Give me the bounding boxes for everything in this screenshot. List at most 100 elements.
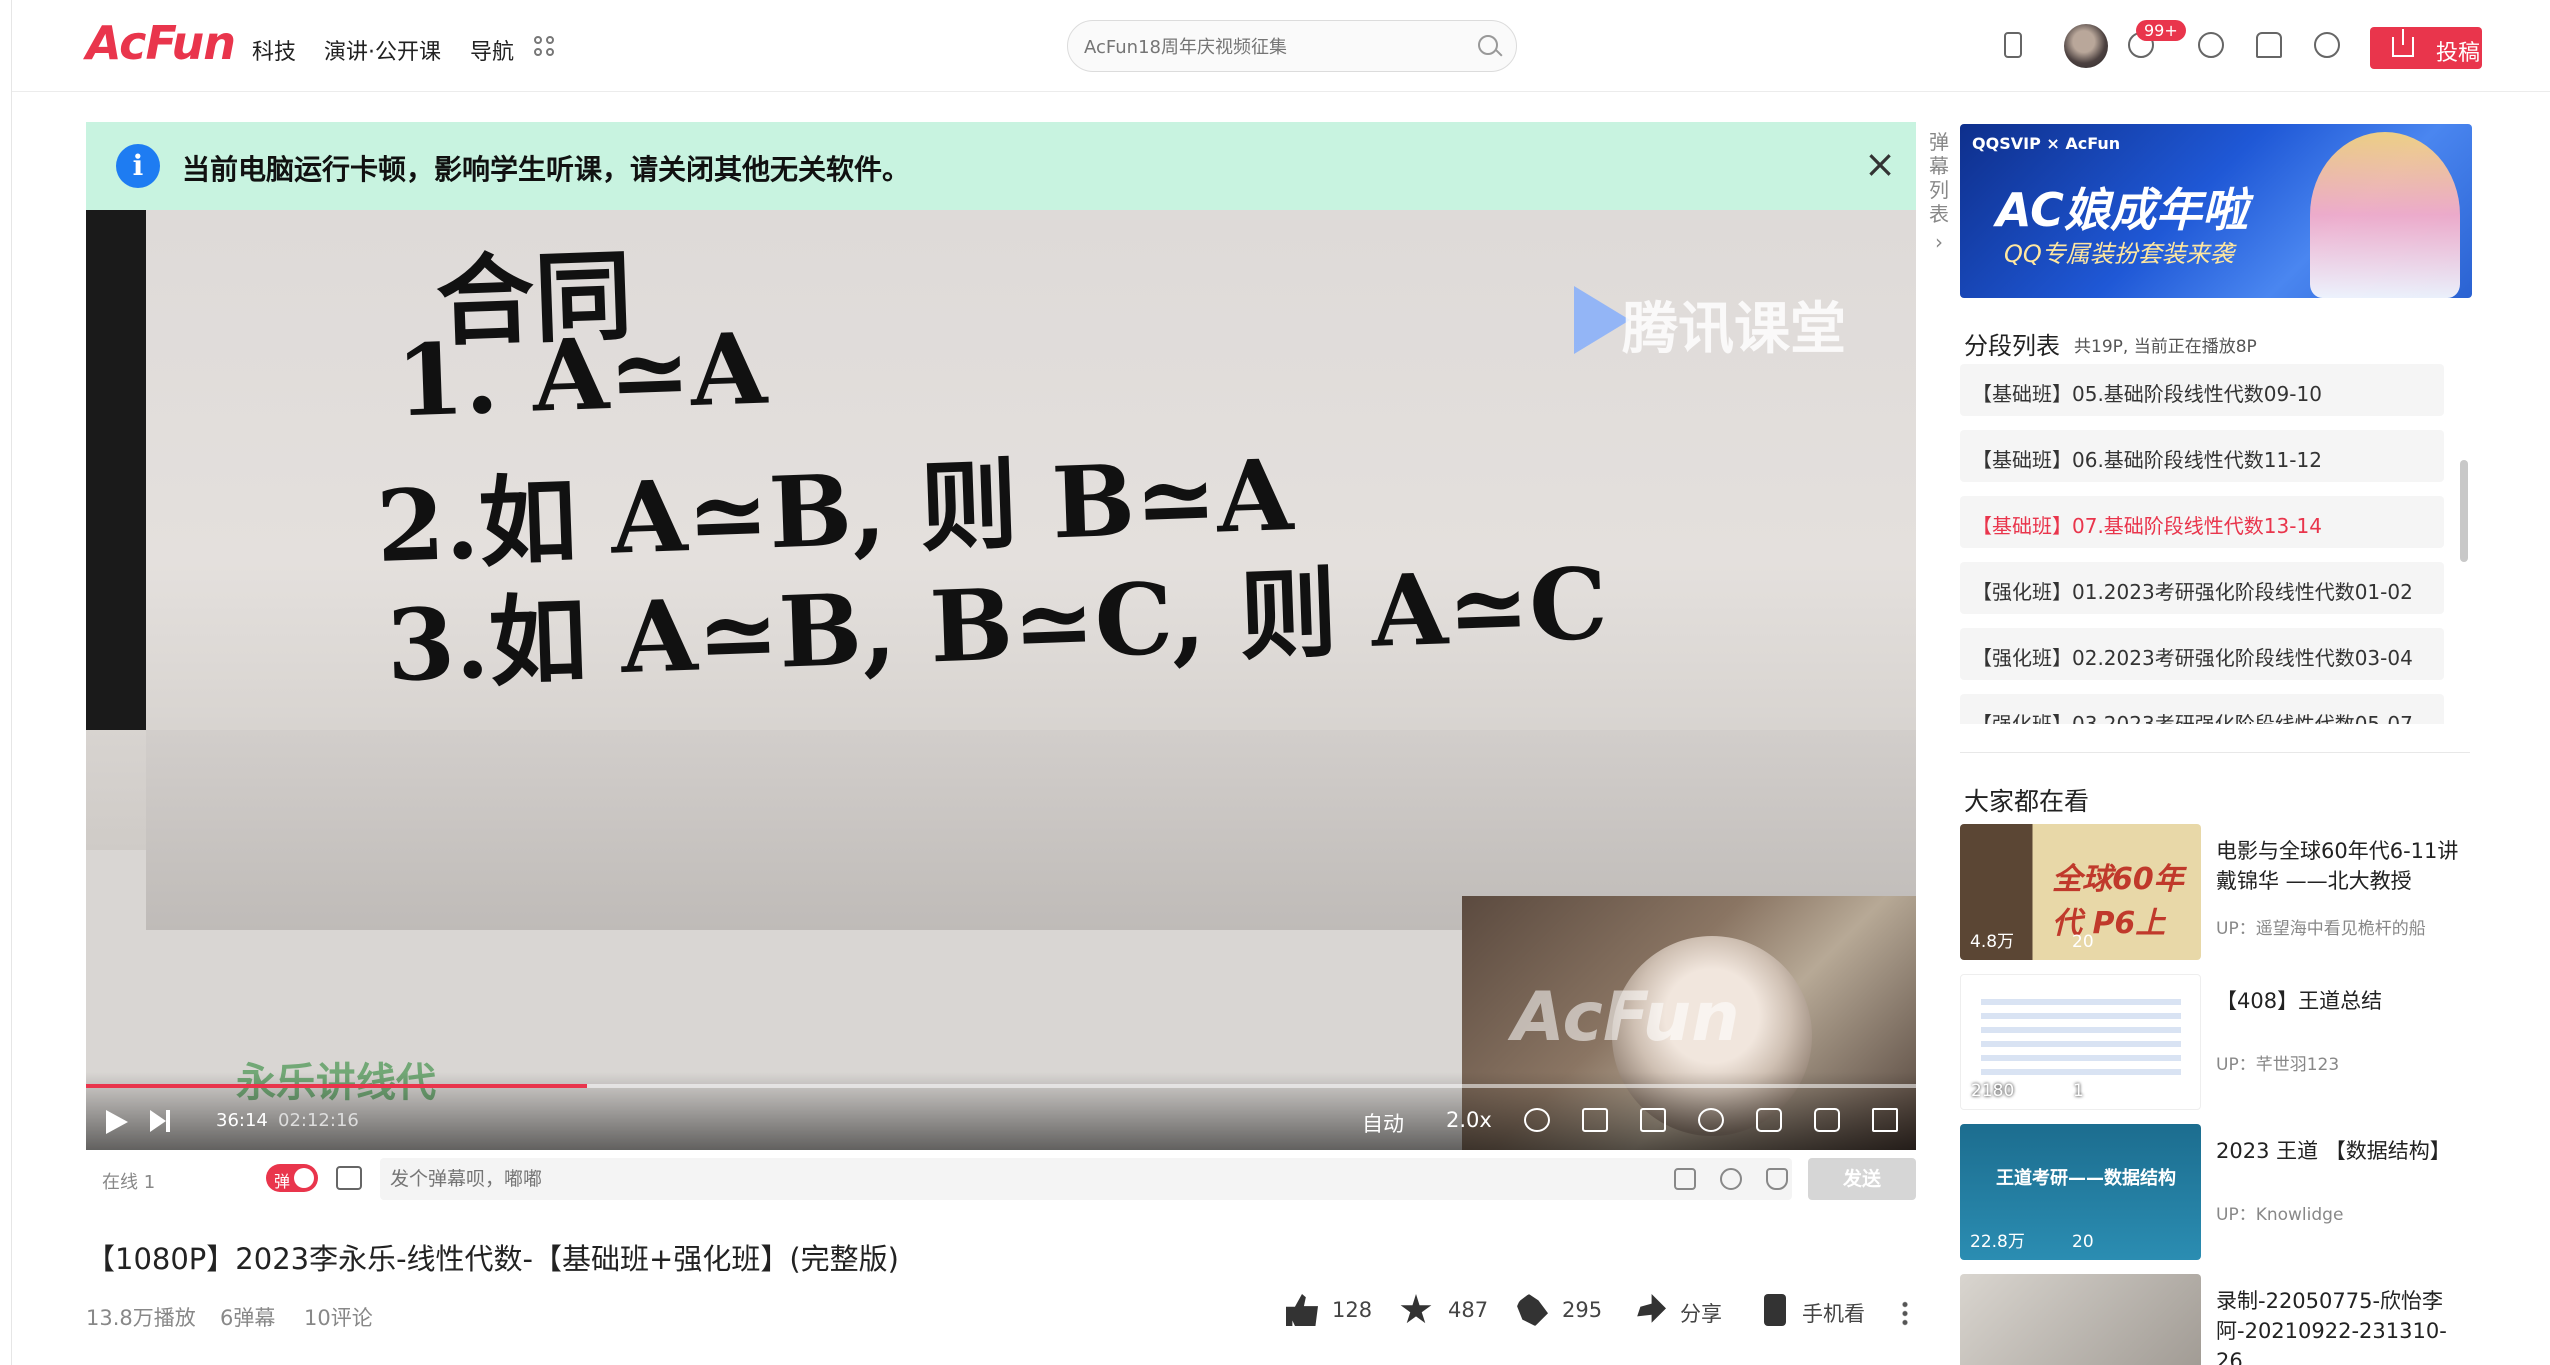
send-button[interactable]: 发送: [1808, 1158, 1916, 1200]
progress-bar[interactable]: [86, 1084, 1916, 1088]
danmu-count: 20: [2072, 932, 2094, 952]
recommendation-thumbnail[interactable]: 2180 1: [1960, 974, 2201, 1110]
online-count: 在线 1: [102, 1172, 156, 1193]
volume-icon[interactable]: [1582, 1108, 1608, 1132]
fullscreen-icon[interactable]: [1872, 1108, 1898, 1132]
episodes-subtitle: 共19P, 当前正在播放8P: [2074, 337, 2257, 357]
episode-list: 【基础班】05.基础阶段线性代数09-10 【基础班】06.基础阶段线性代数11-…: [1960, 364, 2446, 724]
danmu-input[interactable]: [380, 1158, 1792, 1200]
favorite-count: 487: [1448, 1298, 1489, 1322]
favorites-icon[interactable]: [2256, 32, 2282, 58]
avatar[interactable]: [2064, 24, 2108, 68]
episodes-title: 分段列表: [1964, 332, 2060, 360]
nav-lecture[interactable]: 演讲·公开课: [324, 34, 441, 66]
thumbnail-text: 王道考研——数据结构: [1996, 1168, 2176, 1189]
upload-icon: [2392, 29, 2414, 57]
info-icon: i: [116, 144, 160, 188]
episode-list-scrollbar[interactable]: [2460, 460, 2468, 562]
widescreen-icon[interactable]: [1756, 1108, 1782, 1132]
episode-item[interactable]: 【强化班】03.2023考研强化阶段线性代数05-07: [1960, 694, 2444, 724]
search-icon[interactable]: [1478, 35, 1498, 55]
danmu-count: 20: [2072, 1232, 2094, 1252]
favorite-icon[interactable]: [1400, 1294, 1432, 1324]
acfun-watermark: AcFun: [1512, 978, 1740, 1057]
history-icon[interactable]: [2198, 32, 2224, 58]
play-icon[interactable]: [106, 1110, 128, 1134]
sidebar-divider: [1960, 752, 2470, 753]
mobile-icon[interactable]: [2004, 32, 2022, 58]
thumbnail-text: 全球60年代 P6上: [2052, 862, 2184, 941]
tencent-classroom-watermark: 腾讯课堂: [1622, 297, 1846, 362]
close-icon[interactable]: ×: [1864, 142, 1896, 186]
search-box[interactable]: [1067, 20, 1517, 72]
like-icon[interactable]: [1286, 1294, 1318, 1326]
board-line-2: 1. A≃A: [394, 311, 769, 440]
emoji-icon[interactable]: [1720, 1168, 1742, 1190]
recommendation-thumbnail[interactable]: [1960, 1274, 2201, 1365]
episode-item[interactable]: 【强化班】02.2023考研强化阶段线性代数03-04: [1960, 628, 2444, 680]
ad-subtitle: QQ专属装扮套装来袭: [2004, 240, 2234, 268]
mindmap-graphic: [1981, 999, 2181, 1079]
comment-count[interactable]: 10评论: [304, 1302, 373, 1332]
banana-count: 295: [1562, 1298, 1603, 1322]
recommendation-thumbnail[interactable]: 全球60年代 P6上 4.8万 20: [1960, 824, 2201, 960]
more-icon[interactable]: [1902, 1300, 1908, 1326]
recommendation-card[interactable]: 2180 1 【408】王道总结 UP：芊世羽123: [1960, 974, 2472, 1110]
recommendation-uploader[interactable]: UP：Knowlidge: [2216, 1200, 2343, 1225]
recommendation-thumbnail[interactable]: 王道考研——数据结构 22.8万 20: [1960, 1124, 2201, 1260]
quality-auto-button[interactable]: 自动: [1362, 1108, 1404, 1138]
ac-niang-illustration: [2310, 132, 2460, 298]
danmu-off-icon[interactable]: [1640, 1108, 1666, 1132]
grid-icon[interactable]: [534, 36, 556, 58]
phone-icon[interactable]: [1764, 1294, 1786, 1326]
recommendation-card[interactable]: 录制-22050775-欣怡李阿-20210922-231310-26...: [1960, 1274, 2472, 1365]
ad-banner[interactable]: QQSVIP × AcFun AC娘成年啦 QQ专属装扮套装来袭: [1960, 124, 2472, 298]
acfun-logo[interactable]: AcFun: [86, 16, 236, 70]
view-count: 2180: [1971, 1081, 2015, 1101]
current-time: 36:14: [216, 1110, 268, 1131]
recommendation-card[interactable]: 全球60年代 P6上 4.8万 20 电影与全球60年代6-11讲 戴锦华 ——…: [1960, 824, 2472, 960]
progress-fill: [86, 1084, 588, 1088]
banana-throw-icon[interactable]: [1516, 1294, 1548, 1326]
speed-button[interactable]: 2.0x: [1446, 1108, 1492, 1132]
danmu-toggle[interactable]: 弹: [266, 1164, 318, 1192]
recommendation-uploader[interactable]: UP：遥望海中看见桅杆的船: [2216, 914, 2426, 939]
episode-item[interactable]: 【基础班】07.基础阶段线性代数13-14: [1960, 496, 2444, 548]
upload-label: 投稿: [2436, 41, 2481, 66]
like-count: 128: [1332, 1298, 1373, 1322]
nav-navigation[interactable]: 导航: [470, 34, 514, 66]
video-player[interactable]: 合同 1. A≃A 2.如 A≃B, 则 B≃A 3.如 A≃B, B≃C, 则…: [86, 122, 1916, 1150]
danmu-settings-icon[interactable]: [336, 1166, 362, 1190]
recommendation-title[interactable]: 电影与全球60年代6-11讲 戴锦华 ——北大教授: [2216, 836, 2472, 896]
chevron-right-icon: ›: [1935, 230, 1943, 254]
gift-icon[interactable]: [1766, 1168, 1788, 1190]
episode-item[interactable]: 【强化班】01.2023考研强化阶段线性代数01-02: [1960, 562, 2444, 614]
danmu-list-tab[interactable]: 弹幕列表 ›: [1924, 130, 1954, 254]
phone-watch-label[interactable]: 手机看: [1802, 1298, 1865, 1328]
upload-button[interactable]: 投稿: [2370, 27, 2482, 69]
share-label[interactable]: 分享: [1680, 1298, 1722, 1328]
video-title: 【1080P】2023李永乐-线性代数-【基础班+强化班】(完整版): [86, 1242, 899, 1276]
nav-tech[interactable]: 科技: [252, 34, 296, 66]
recommendation-uploader[interactable]: UP：芊世羽123: [2216, 1050, 2339, 1075]
play-count: 13.8万播放: [86, 1306, 196, 1330]
loop-icon[interactable]: [1524, 1108, 1550, 1132]
total-time: 02:12:16: [278, 1110, 359, 1131]
episode-item[interactable]: 【基础班】05.基础阶段线性代数09-10: [1960, 364, 2444, 416]
ad-title: AC娘成年啦: [1996, 183, 2248, 237]
recommendation-title[interactable]: 录制-22050775-欣怡李阿-20210922-231310-26...: [2216, 1286, 2472, 1365]
danmu-count: 1: [2073, 1081, 2084, 1101]
web-fullscreen-icon[interactable]: [1814, 1108, 1840, 1132]
recommendation-card[interactable]: 王道考研——数据结构 22.8万 20 2023 王道 【数据结构】 UP：Kn…: [1960, 1124, 2472, 1260]
next-episode-icon[interactable]: [150, 1110, 170, 1132]
danmu-style-icon[interactable]: [1674, 1168, 1696, 1190]
banner-message: 当前电脑运行卡顿，影响学生听课，请关闭其他无关软件。: [182, 153, 911, 186]
banana-icon[interactable]: [2314, 32, 2340, 58]
recommendation-title[interactable]: 2023 王道 【数据结构】: [2216, 1136, 2472, 1166]
settings-icon[interactable]: [1698, 1108, 1724, 1132]
recommendation-title[interactable]: 【408】王道总结: [2216, 986, 2472, 1016]
share-icon[interactable]: [1637, 1294, 1666, 1323]
episode-item[interactable]: 【基础班】06.基础阶段线性代数11-12: [1960, 430, 2444, 482]
top-header: AcFun 科技 演讲·公开课 导航 99+ 投稿: [12, 0, 2550, 92]
search-input[interactable]: [1084, 33, 1464, 61]
